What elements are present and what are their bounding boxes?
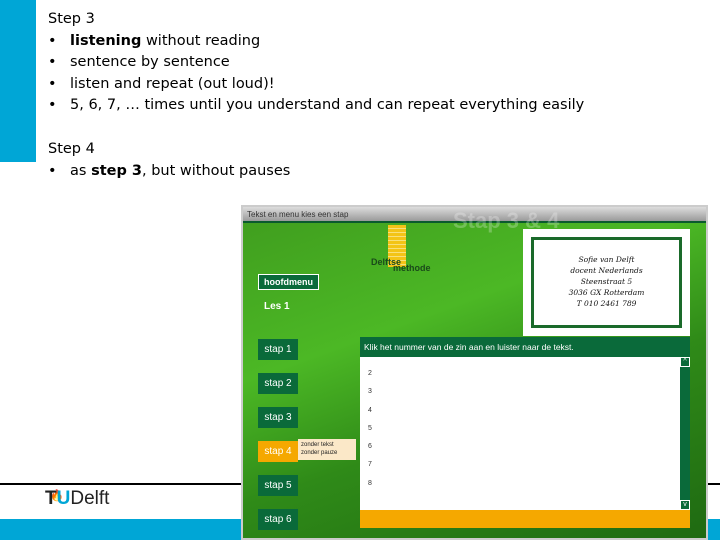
slide-text: Step 3 listening without readingsentence… [48, 9, 584, 182]
step-button-3[interactable]: stap 3 [258, 407, 298, 428]
step-button-6[interactable]: stap 6 [258, 509, 298, 530]
sentence-number[interactable]: 4 [368, 402, 672, 420]
scrollbar[interactable]: ^ v [680, 357, 690, 510]
sentence-number[interactable]: 7 [368, 456, 672, 474]
list-item: listening without reading [48, 31, 584, 53]
sentence-number[interactable]: 6 [368, 438, 672, 456]
lesson-label: Les 1 [264, 301, 290, 312]
card-line: Sofie van Delft [578, 255, 635, 264]
sentence-number[interactable]: 3 [368, 383, 672, 401]
brand-subname: methode [393, 263, 431, 273]
step-button-4[interactable]: stap 4 [258, 441, 298, 462]
accent-bar [0, 0, 36, 162]
sentence-number[interactable]: 8 [368, 475, 672, 493]
list-item: 5, 6, 7, … times until you understand an… [48, 95, 584, 117]
main-menu-button[interactable]: hoofdmenu [258, 274, 319, 290]
contact-card: Sofie van Delft docent Nederlands Steenstr… [523, 229, 690, 336]
step3-title: Step 3 [48, 11, 95, 27]
card-line: docent Nederlands [570, 266, 643, 275]
card-line: 3036 GX Rotterdam [568, 288, 645, 297]
card-line: Steenstraat 5 [580, 277, 633, 286]
sentence-number[interactable]: 2 [368, 365, 672, 383]
list-item: listen and repeat (out loud)! [48, 74, 584, 96]
step-button-2[interactable]: stap 2 [258, 373, 298, 394]
app-window: Tekst en menu kies een stap Stap 3 & 4 D… [241, 205, 708, 540]
sentence-panel: Klik het nummer van de zin aan en luiste… [360, 337, 690, 530]
sentence-number[interactable]: 5 [368, 420, 672, 438]
sentence-list: 2345678 [360, 357, 680, 510]
instruction: Klik het nummer van de zin aan en luiste… [360, 337, 690, 357]
status-bar [360, 510, 690, 528]
card-line: T 010 2461 789 [576, 299, 637, 308]
scroll-up-button[interactable]: ^ [680, 357, 690, 367]
step-note: zonder tekst zonder pauze [298, 439, 356, 460]
step-button-5[interactable]: stap 5 [258, 475, 298, 496]
list-item: sentence by sentence [48, 52, 584, 74]
step4-list: as step 3, but without pauses [48, 161, 584, 183]
scroll-down-button[interactable]: v [680, 500, 690, 510]
step-button-1[interactable]: stap 1 [258, 339, 298, 360]
list-item: as step 3, but without pauses [48, 161, 584, 183]
step4-title: Step 4 [48, 140, 95, 157]
tudelft-logo: TUDelft [45, 488, 110, 509]
step3-list: listening without readingsentence by sen… [48, 31, 584, 117]
